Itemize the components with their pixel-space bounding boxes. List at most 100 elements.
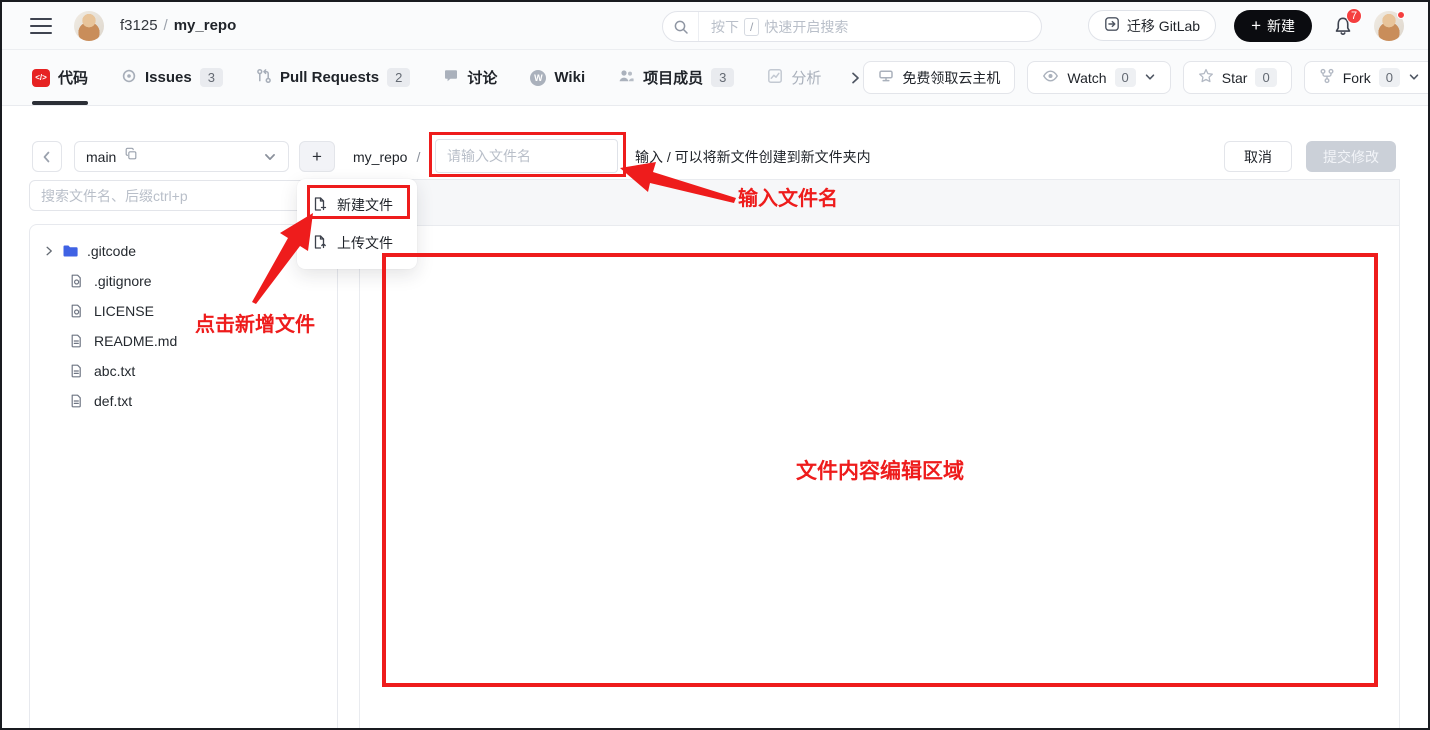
gitcode-repo-page: f3125 / my_repo 按下 / 快速开启搜索 迁移 GitLab + [0,0,1430,730]
new-button[interactable]: + 新建 [1234,10,1312,42]
free-cloud-host-label: 免费领取云主机 [902,68,1000,88]
migrate-icon [1104,16,1120,35]
new-file-path: my_repo / [353,141,420,172]
path-repo: my_repo [353,149,407,165]
filename-hint: 输入 / 可以将新文件创建到新文件夹内 [635,141,871,172]
plus-icon: + [1251,17,1261,34]
copy-icon[interactable] [124,147,138,166]
tab-wiki[interactable]: W Wiki [530,50,585,105]
tab-discussions[interactable]: 讨论 [443,50,497,105]
search-icon [663,12,699,41]
config-file-icon [68,273,86,289]
tab-members-label: 项目成员 [643,67,703,88]
breadcrumb-repo[interactable]: my_repo [174,17,237,34]
upload-file-icon [312,234,328,253]
code-icon: </> [32,69,50,87]
chevron-right-icon[interactable] [41,245,57,257]
tab-wiki-label: Wiki [554,69,585,86]
watch-count-badge: 0 [1115,68,1136,87]
breadcrumb-separator: / [164,17,168,34]
menu-item-new-file-label: 新建文件 [337,195,393,215]
annotation-input-label: 输入文件名 [738,182,838,211]
tab-analytics[interactable]: 分析 [767,50,821,105]
folder-icon [61,243,79,259]
filename-input[interactable] [435,139,618,173]
watch-button[interactable]: Watch 0 [1027,61,1170,94]
breadcrumb-owner[interactable]: f3125 [120,17,158,34]
migrate-gitlab-button[interactable]: 迁移 GitLab [1088,10,1216,41]
branch-chevron-down-icon [263,150,277,164]
star-button[interactable]: Star 0 [1183,61,1292,94]
path-separator: / [416,149,420,165]
members-count-badge: 3 [711,68,734,87]
collapse-tree-button[interactable] [32,141,62,172]
branch-name: main [86,149,116,165]
watch-label: Watch [1067,70,1106,86]
notifications-bell-icon[interactable]: 7 [1330,13,1356,39]
tab-issues[interactable]: Issues 3 [121,50,223,105]
search-placeholder-suffix: 快速开启搜索 [764,17,848,37]
tab-code-label: 代码 [58,67,88,88]
issues-count-badge: 3 [200,68,223,87]
org-avatar[interactable] [74,11,104,41]
submit-changes-button[interactable]: 提交修改 [1306,141,1396,172]
repo-actions: 免费领取云主机 Watch 0 Star 0 Fork 0 [863,61,1430,94]
tab-members[interactable]: 项目成员 3 [618,50,734,105]
file-name: README.md [94,333,177,349]
user-menu[interactable] [1374,11,1404,41]
add-file-button[interactable]: + [299,141,335,172]
star-label: Star [1222,70,1248,86]
wiki-icon: W [530,70,546,86]
file-search-input[interactable] [29,180,338,211]
tree-row-abc[interactable]: abc.txt [30,356,337,386]
menu-icon[interactable] [30,18,52,34]
new-label: 新建 [1267,16,1295,36]
tab-discussions-label: 讨论 [467,67,497,88]
menu-item-new-file[interactable]: 新建文件 [297,186,417,224]
tree-row-def[interactable]: def.txt [30,386,337,416]
document-icon [68,333,86,349]
chat-icon [443,68,459,88]
search-placeholder-prefix: 按下 [711,17,739,37]
fork-button[interactable]: Fork 0 [1304,61,1430,94]
cloud-host-icon [878,68,894,87]
file-editor-panel[interactable] [359,179,1400,728]
topbar-right: 迁移 GitLab + 新建 7 [1088,10,1404,42]
branch-selector[interactable]: main [74,141,289,172]
notification-count-badge: 7 [1346,8,1362,24]
add-file-dropdown: 新建文件 上传文件 [297,179,417,269]
file-tree-panel: .gitcode .gitignore LICENSE README.md ab… [29,224,338,728]
file-name: LICENSE [94,303,154,319]
watch-chevron-down-icon [1144,70,1156,86]
menu-item-upload-file[interactable]: 上传文件 [297,224,417,262]
slash-keycap: / [744,18,759,36]
fork-icon [1319,68,1335,87]
config-file-icon [68,303,86,319]
pull-requests-count-badge: 2 [387,68,410,87]
breadcrumb: f3125 / my_repo [120,17,236,34]
migrate-label: 迁移 GitLab [1127,16,1200,36]
file-name: .gitignore [94,273,152,289]
repo-tabs: </> 代码 Issues 3 Pull Requests 2 讨论 W Wik… [32,50,821,105]
free-cloud-host-button[interactable]: 免费领取云主机 [863,61,1015,94]
tab-pull-requests[interactable]: Pull Requests 2 [256,50,410,105]
file-name: def.txt [94,393,132,409]
star-icon [1198,68,1214,87]
members-icon [618,68,635,88]
topbar: f3125 / my_repo 按下 / 快速开启搜索 迁移 GitLab + [2,2,1428,50]
pull-request-icon [256,68,272,88]
menu-item-upload-file-label: 上传文件 [337,233,393,253]
nav-more-chevron-icon[interactable] [847,70,863,86]
global-search[interactable]: 按下 / 快速开启搜索 [662,11,1042,42]
tree-row-gitcode[interactable]: .gitcode [30,236,337,266]
fork-chevron-down-icon [1408,70,1420,86]
issues-icon [121,68,137,88]
new-file-icon [312,196,328,215]
tree-row-gitignore[interactable]: .gitignore [30,266,337,296]
annotation-click-label: 点击新增文件 [195,308,315,337]
file-name: .gitcode [87,243,136,259]
cancel-button[interactable]: 取消 [1224,141,1292,172]
fork-label: Fork [1343,70,1371,86]
tab-code[interactable]: </> 代码 [32,50,88,105]
watch-eye-icon [1042,68,1059,87]
